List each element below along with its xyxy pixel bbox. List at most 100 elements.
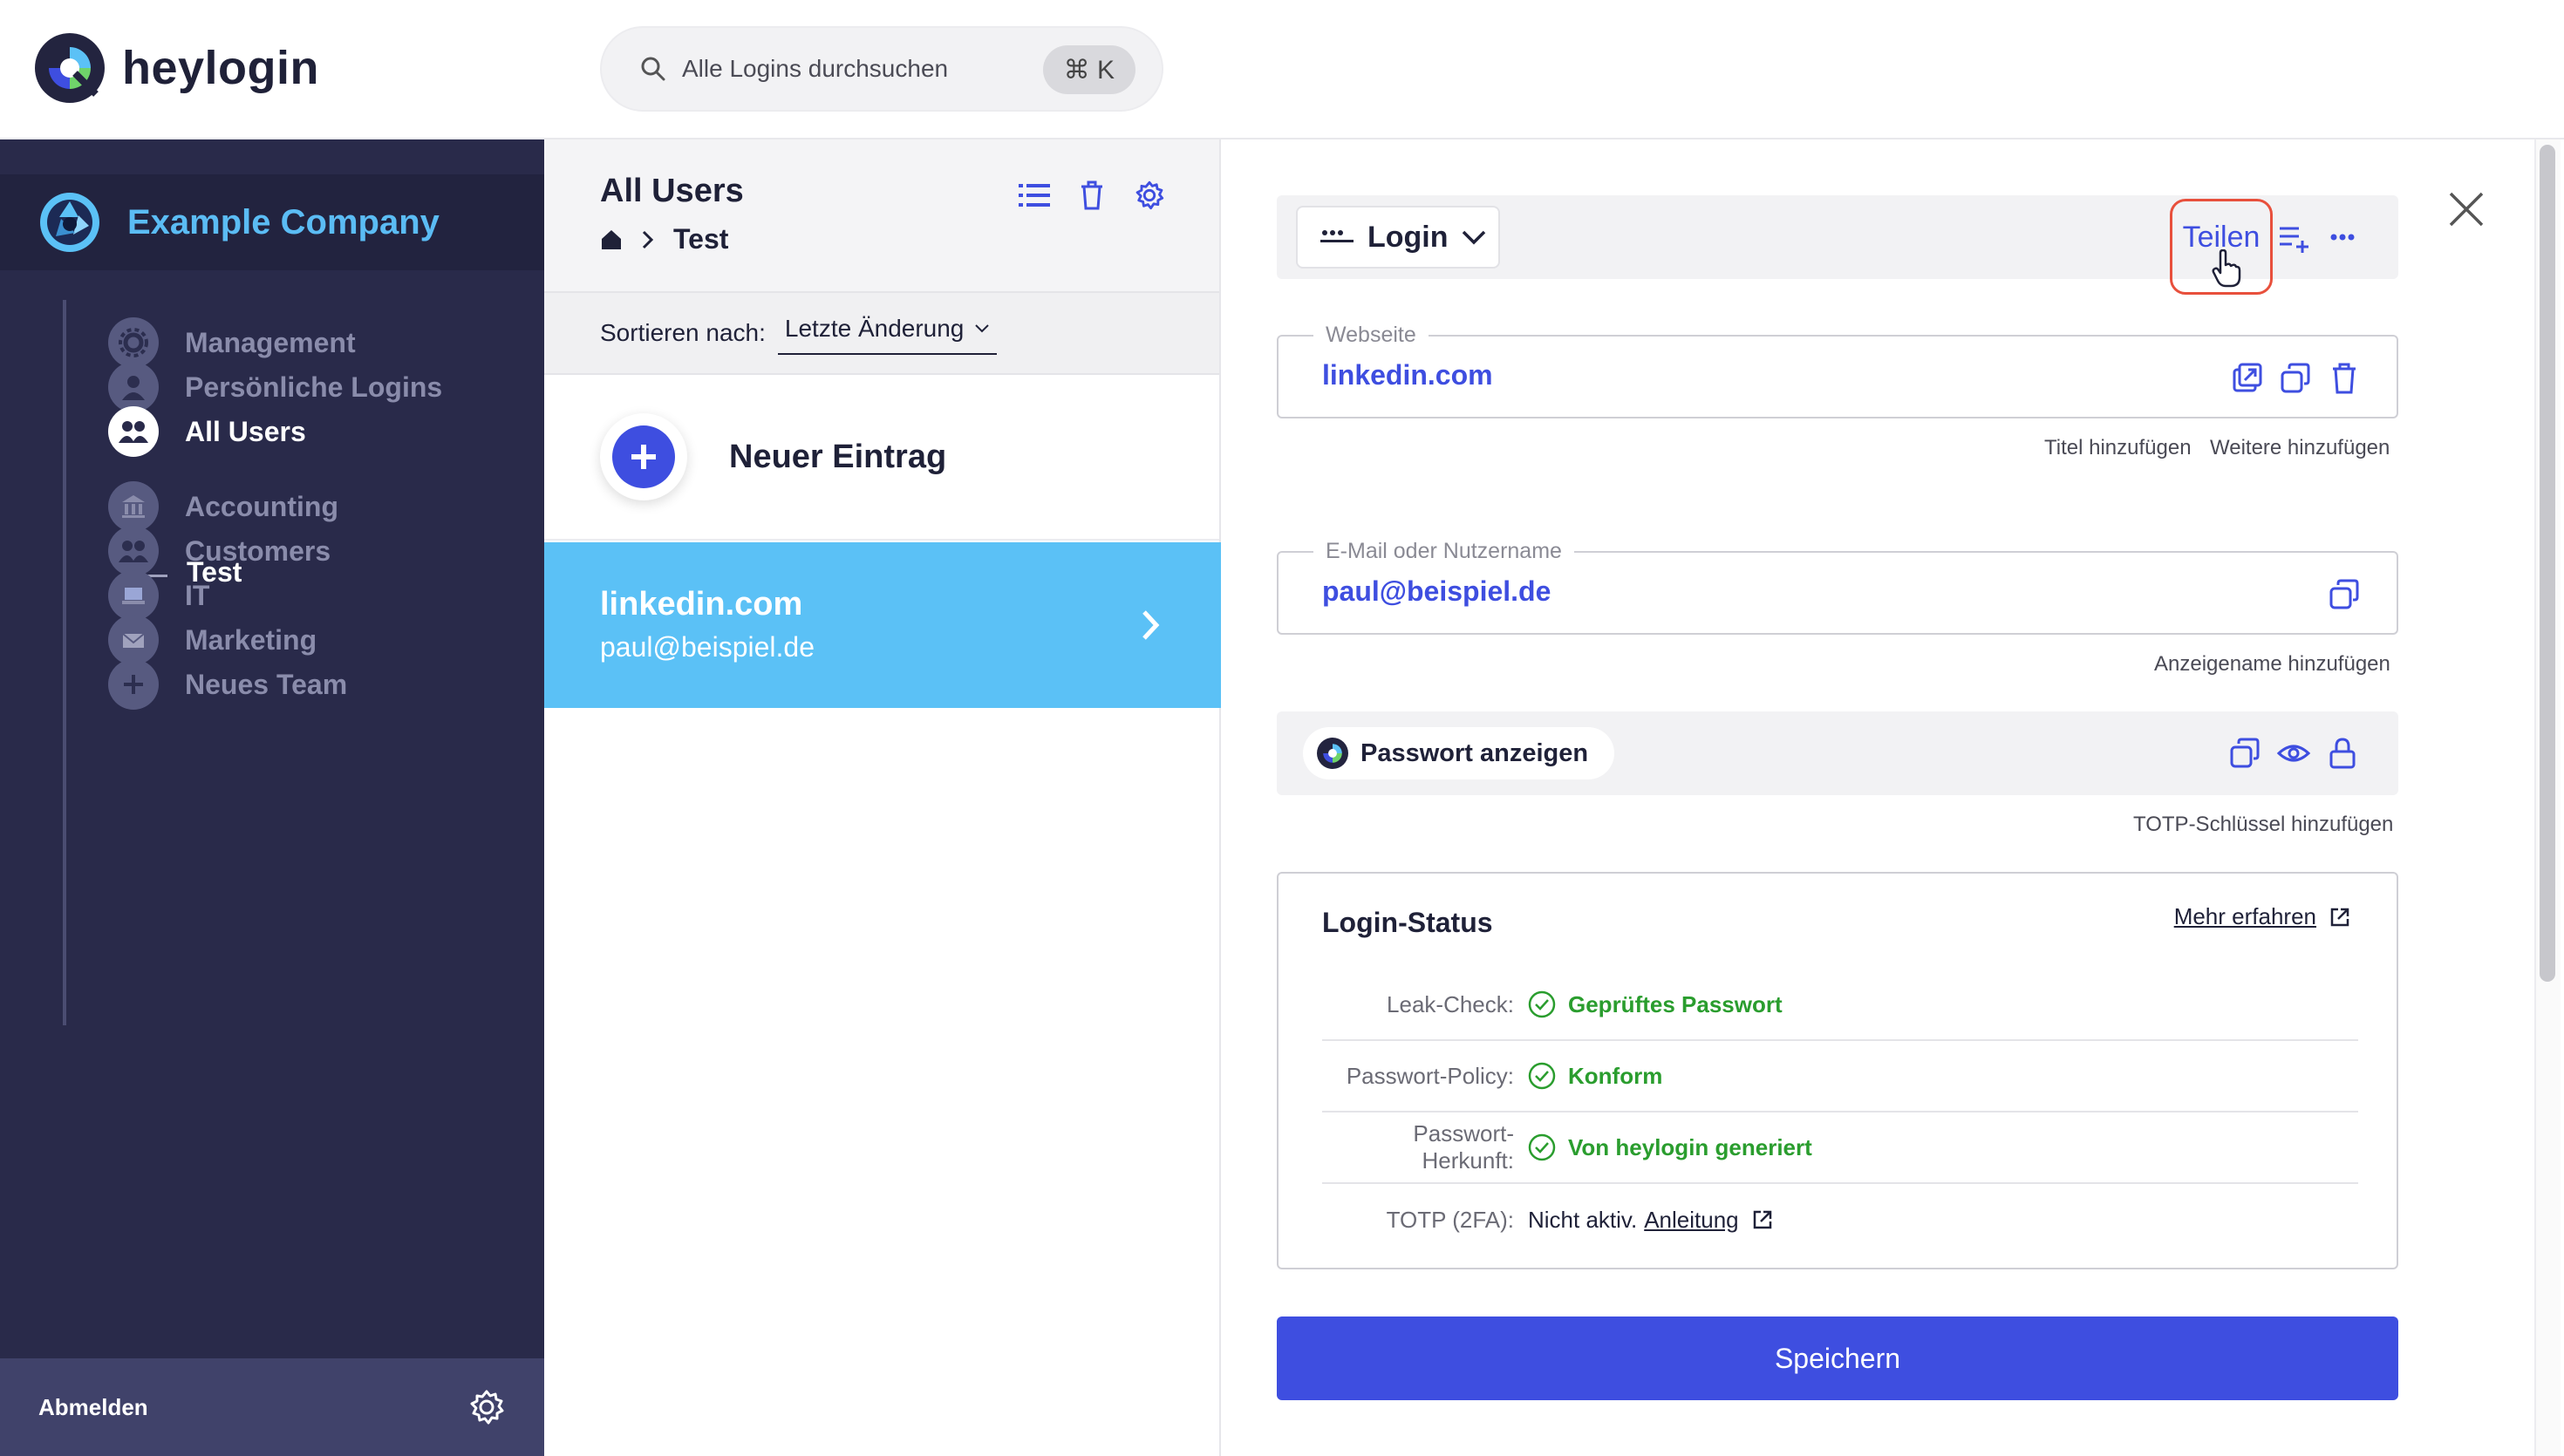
status-label: Leak-Check: xyxy=(1387,990,1514,1017)
group-icon xyxy=(108,406,159,457)
list-view-icon[interactable] xyxy=(1017,178,1052,213)
save-button[interactable]: Speichern xyxy=(1277,1317,2398,1400)
company-switcher[interactable]: Example Company xyxy=(0,174,544,270)
pointer-cursor-icon xyxy=(2212,249,2241,288)
company-logo-icon xyxy=(40,193,99,252)
sidebar-item-new-team[interactable]: Neues Team xyxy=(108,656,347,713)
status-value: Geprüftes Passwort xyxy=(1568,990,1783,1017)
search-icon xyxy=(641,57,665,81)
external-link-icon xyxy=(2330,908,2349,926)
eye-icon[interactable] xyxy=(2276,736,2311,771)
status-label: TOTP (2FA): xyxy=(1386,1206,1514,1233)
show-password-button[interactable]: Passwort anzeigen xyxy=(1303,727,1615,779)
breadcrumb-item[interactable]: Test xyxy=(673,223,728,255)
learn-more-link[interactable]: Mehr erfahren xyxy=(2174,903,2351,930)
username-field-label: E-Mail oder Nutzername xyxy=(1313,539,1574,564)
new-entry-label: Neuer Eintrag xyxy=(729,438,947,475)
chevron-down-icon xyxy=(1462,230,1485,245)
entry-list-panel: All Users Test Sortieren nach: Letzte Än… xyxy=(544,139,1221,1456)
chevron-down-icon xyxy=(975,324,990,333)
chevron-right-icon xyxy=(1142,610,1160,640)
company-name: Example Company xyxy=(127,202,440,242)
sidebar-item-label: Management xyxy=(185,326,356,358)
sidebar-item-label: Accounting xyxy=(185,490,338,522)
search-input[interactable] xyxy=(682,55,1048,83)
plus-icon xyxy=(612,425,675,488)
status-row-leak-check: Leak-Check: Geprüftes Passwort xyxy=(1322,970,2358,1041)
sort-label: Sortieren nach: xyxy=(600,319,766,346)
login-status-panel: Login-Status Mehr erfahren Leak-Check: G… xyxy=(1277,872,2398,1269)
sort-dropdown[interactable]: Letzte Änderung xyxy=(777,311,998,355)
plus-icon xyxy=(108,659,159,710)
more-options-icon[interactable] xyxy=(2325,220,2360,255)
new-entry-button[interactable] xyxy=(600,413,687,500)
sidebar: Example Company Management Persönliche L… xyxy=(0,139,544,1456)
show-password-label: Passwort anzeigen xyxy=(1360,738,1589,767)
trash-icon[interactable] xyxy=(1074,178,1109,213)
external-link-icon xyxy=(1753,1210,1771,1229)
totp-guide-link[interactable]: Anleitung xyxy=(1644,1207,1738,1234)
copy-icon[interactable] xyxy=(2227,736,2262,771)
website-field[interactable]: Webseite linkedin.com xyxy=(1277,323,2398,418)
entry-toolbar: Login Teilen xyxy=(1277,195,2398,295)
heylogin-logo-icon xyxy=(1317,738,1348,769)
add-display-name-link[interactable]: Anzeigename hinzufügen xyxy=(2154,652,2390,677)
logout-button[interactable]: Abmelden xyxy=(38,1394,148,1421)
sidebar-item-label: Persönliche Logins xyxy=(185,371,443,403)
sidebar-item-label: Neues Team xyxy=(185,668,348,700)
login-status-title: Login-Status xyxy=(1322,907,1493,938)
status-value: Nicht aktiv. xyxy=(1528,1206,1638,1233)
top-bar: heylogin ⌘ K xyxy=(0,0,2564,139)
sidebar-footer: Abmelden xyxy=(0,1358,544,1456)
copy-icon[interactable] xyxy=(2278,361,2313,396)
username-field[interactable]: E-Mail oder Nutzername paul@beispiel.de xyxy=(1277,539,2398,635)
status-value: Von heylogin generiert xyxy=(1568,1133,1812,1160)
sidebar-item-all-users[interactable]: All Users xyxy=(108,403,306,460)
breadcrumb: Test xyxy=(600,223,728,255)
list-toolbar xyxy=(1017,178,1167,213)
password-dots-icon xyxy=(1320,230,1354,242)
trash-icon[interactable] xyxy=(2327,361,2362,396)
heylogin-logo-icon xyxy=(35,33,105,103)
add-title-link[interactable]: Titel hinzufügen xyxy=(2044,436,2192,460)
status-label: Passwort-Policy: xyxy=(1346,1062,1514,1089)
sidebar-item-label: All Users xyxy=(185,415,306,447)
add-field-icon[interactable] xyxy=(2276,220,2311,255)
search-bar[interactable]: ⌘ K xyxy=(600,26,1163,112)
username-value[interactable]: paul@beispiel.de xyxy=(1322,575,1551,608)
status-row-password-origin: Passwort-Herkunft: Von heylogin generier… xyxy=(1322,1112,2358,1184)
add-totp-link[interactable]: TOTP-Schlüssel hinzufügen xyxy=(2133,813,2393,837)
sidebar-item-label: Marketing xyxy=(185,623,317,656)
learn-more-label: Mehr erfahren xyxy=(2173,903,2316,929)
check-circle-icon xyxy=(1528,1062,1556,1090)
search-shortcut-badge: ⌘ K xyxy=(1042,45,1135,94)
website-field-label: Webseite xyxy=(1313,323,1429,348)
chevron-right-icon xyxy=(642,230,654,248)
open-external-icon[interactable] xyxy=(2229,361,2264,396)
status-label: Passwort-Herkunft: xyxy=(1413,1120,1514,1174)
settings-gear-icon[interactable] xyxy=(467,1388,506,1426)
copy-icon[interactable] xyxy=(2327,577,2362,612)
lock-icon[interactable] xyxy=(2325,736,2360,771)
list-header: All Users Test xyxy=(544,139,1219,291)
status-value: Konform xyxy=(1568,1062,1663,1089)
entry-title: linkedin.com xyxy=(600,586,803,623)
list-item[interactable]: linkedin.com paul@beispiel.de xyxy=(544,542,1221,708)
add-more-link[interactable]: Weitere hinzufügen xyxy=(2210,436,2390,460)
sidebar-item-label: Customers xyxy=(185,534,331,567)
gear-icon[interactable] xyxy=(1132,178,1167,213)
app-logo[interactable]: heylogin xyxy=(35,33,319,103)
entry-type-dropdown[interactable]: Login xyxy=(1296,206,1500,269)
list-title: All Users xyxy=(600,173,744,209)
password-field: Passwort anzeigen xyxy=(1277,711,2398,795)
nav-rail xyxy=(63,300,66,1025)
new-entry-row[interactable]: Neuer Eintrag xyxy=(544,375,1219,541)
website-value[interactable]: linkedin.com xyxy=(1322,359,1493,391)
sidebar-item-label: IT xyxy=(185,579,210,611)
home-icon[interactable] xyxy=(600,228,623,251)
sort-bar: Sortieren nach: Letzte Änderung xyxy=(544,291,1219,375)
scrollbar-thumb[interactable] xyxy=(2540,145,2555,982)
entry-type-label: Login xyxy=(1367,220,1449,254)
entry-subtitle: paul@beispiel.de xyxy=(600,631,815,663)
close-icon[interactable] xyxy=(2447,190,2486,228)
